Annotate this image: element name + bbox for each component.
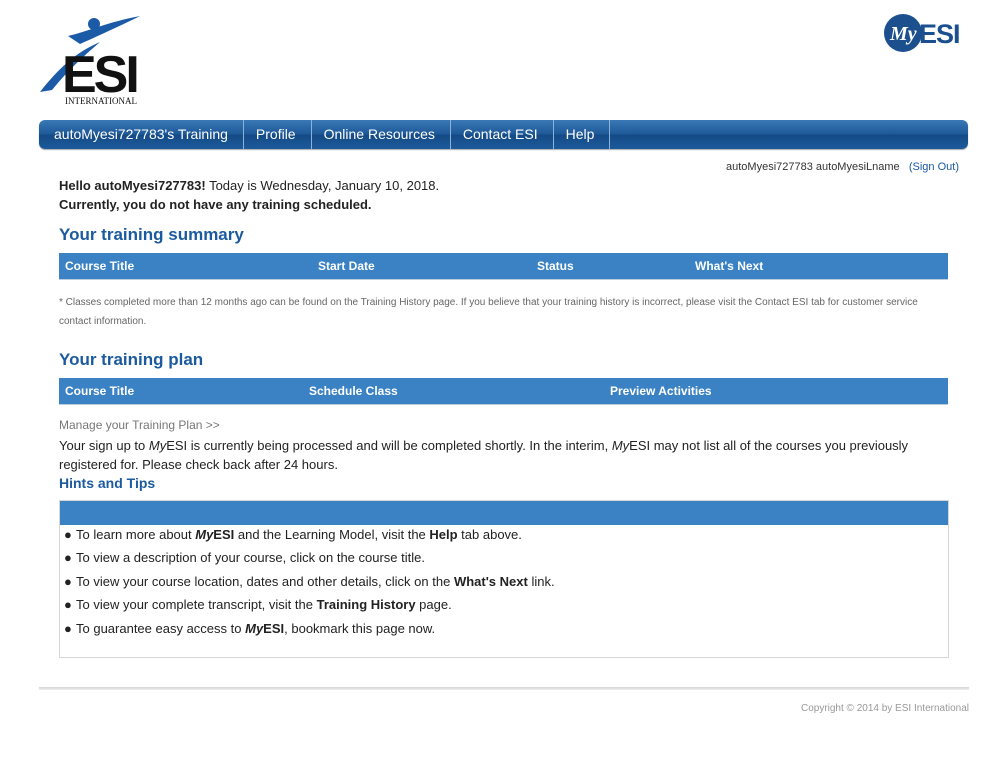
training-plan-title: Your training plan (59, 350, 204, 369)
list-item: ● To guarantee easy access to MyESI, book… (64, 620, 436, 636)
main-nav: autoMyesi727783's Training Profile Onlin… (39, 120, 968, 149)
hints-panel: ● To learn more about MyESI and the Learn… (59, 500, 949, 658)
list-item: ● To view your complete transcript, visit… (64, 597, 452, 613)
list-item: ● To view a description of your course, c… (64, 550, 425, 566)
myesi-logo: My ESI (883, 13, 969, 53)
col-schedule-class: Schedule Class (309, 384, 398, 398)
hello-text: Hello autoMyesi727783! (59, 178, 206, 193)
copyright-text: Copyright © 2014 by ESI International (800, 703, 969, 714)
user-name: autoMyesi727783 autoMyesiLname (726, 161, 900, 173)
esi-logo: ESI INTERNATIONAL (38, 14, 163, 106)
nav-contact-esi[interactable]: Contact ESI (451, 120, 554, 149)
nav-profile[interactable]: Profile (244, 120, 312, 149)
greeting-line: Hello autoMyesi727783! Today is Wednesda… (59, 178, 439, 193)
hints-list: ● To learn more about MyESI and the Learn… (64, 526, 555, 643)
hints-title: Hints and Tips (59, 475, 156, 491)
training-summary-title: Your training summary (59, 225, 244, 244)
list-item: ● To view your course location, dates and… (64, 573, 555, 589)
list-item: ● To learn more about MyESI and the Learn… (64, 527, 522, 542)
col-course-title: Course Title (65, 384, 135, 398)
svg-text:ESI: ESI (919, 19, 960, 49)
training-plan-table-header: Course Title Schedule Class Preview Acti… (59, 378, 948, 405)
hints-header-bar (60, 501, 948, 525)
footer-divider (39, 687, 969, 690)
nav-help[interactable]: Help (554, 120, 611, 149)
svg-text:My: My (889, 23, 917, 45)
today-text: Today is Wednesday, January 10, 2018. (205, 178, 440, 193)
nav-training[interactable]: autoMyesi727783's Training (42, 120, 244, 149)
training-summary-table-header: Course Title Start Date Status What's Ne… (59, 253, 948, 280)
col-status: Status (537, 259, 574, 273)
col-start-date: Start Date (318, 259, 375, 273)
col-preview-activities: Preview Activities (610, 384, 712, 398)
no-training-message: Currently, you do not have any training … (59, 197, 372, 212)
manage-training-plan-link[interactable]: Manage your Training Plan >> (59, 418, 220, 432)
col-whats-next: What's Next (695, 259, 764, 273)
svg-text:INTERNATIONAL: INTERNATIONAL (65, 96, 137, 106)
user-info: autoMyesi727783 autoMyesiLname (Sign Out… (726, 161, 959, 173)
nav-online-resources[interactable]: Online Resources (312, 120, 451, 149)
sign-out-link[interactable]: (Sign Out) (909, 161, 959, 173)
training-history-note: * Classes completed more than 12 months … (59, 297, 918, 327)
signup-processing-message: Your sign up to MyESI is currently being… (59, 438, 909, 472)
col-course-title: Course Title (65, 259, 135, 273)
